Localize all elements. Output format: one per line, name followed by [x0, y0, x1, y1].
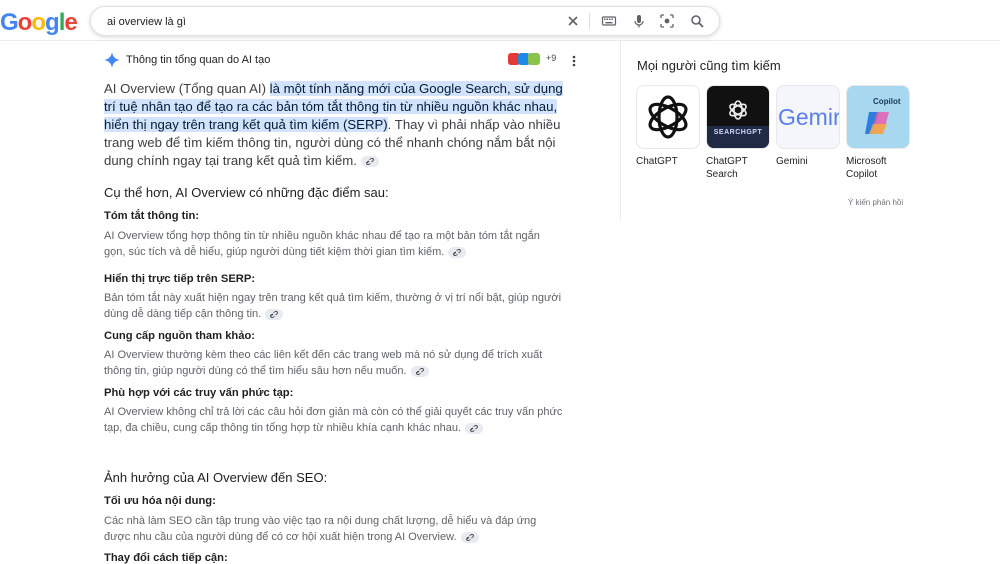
- card-label: Microsoft Copilot: [846, 156, 887, 180]
- section-heading: Cụ thể hơn, AI Overview có những đặc điể…: [104, 185, 389, 200]
- thumb-caption: Gemir: [778, 104, 840, 130]
- search-icon[interactable]: [689, 13, 705, 29]
- item-text: Các nhà làm SEO cần tập trung vào việc t…: [104, 513, 564, 545]
- related-card-gemini[interactable]: Gemir Gemini: [776, 85, 840, 168]
- link-icon: [270, 310, 279, 318]
- source-link-chip[interactable]: [460, 531, 479, 543]
- ai-overview-body: AI Overview (Tổng quan AI) là một tính n…: [104, 80, 564, 564]
- thumb-caption: SEARCHGPT: [713, 129, 763, 136]
- item-text-content: AI Overview không chỉ trả lời các câu hỏ…: [104, 406, 563, 434]
- microphone-icon[interactable]: [631, 13, 647, 29]
- keyboard-icon[interactable]: [601, 13, 617, 29]
- item-text: AI Overview tổng hợp thông tin từ nhiều …: [104, 228, 564, 260]
- item-text-content: AI Overview thường kèm theo các liên kết…: [104, 349, 543, 377]
- item-text-content: AI Overview tổng hợp thông tin từ nhiều …: [104, 230, 540, 258]
- section-heading: Ảnh hưởng của AI Overview đến SEO:: [104, 470, 328, 485]
- link-icon: [465, 533, 474, 541]
- card-label: ChatGPT: [636, 156, 678, 167]
- item-title: Cung cấp nguồn tham khảo:: [104, 330, 256, 342]
- openai-logo-icon: [707, 100, 769, 148]
- more-options-icon[interactable]: [568, 54, 580, 68]
- item-title: Phù hợp với các truy vấn phức tạp:: [104, 387, 294, 399]
- source-link-chip[interactable]: [465, 422, 484, 434]
- copilot-logo-icon: [865, 112, 889, 134]
- item-text: AI Overview thường kèm theo các liên kết…: [104, 347, 564, 379]
- item-title: Tóm tắt thông tin:: [104, 210, 200, 222]
- feedback-link[interactable]: Ý kiến phản hồi: [848, 198, 903, 207]
- top-bar: Google: [0, 0, 1000, 41]
- lens-icon[interactable]: [659, 13, 675, 29]
- search-input[interactable]: [105, 11, 549, 33]
- openai-logo-icon: [648, 95, 688, 139]
- ai-overview-lead: AI Overview (Tổng quan AI) là một tính n…: [104, 80, 564, 170]
- related-card-chatgpt-search[interactable]: SEARCHGPT ChatGPT Search: [706, 85, 770, 181]
- link-icon: [366, 158, 374, 166]
- copilot-thumb: Copilot: [846, 85, 910, 149]
- sidebar-divider: [620, 40, 621, 220]
- ai-sparkle-icon: [104, 52, 120, 68]
- item-text: AI Overview không chỉ trả lời các câu hỏ…: [104, 404, 564, 436]
- item-text-content: Bản tóm tắt này xuất hiện ngay trên tran…: [104, 292, 562, 320]
- source-link-chip[interactable]: [265, 308, 284, 320]
- card-label: ChatGPT Search: [706, 156, 748, 180]
- source-link-chip[interactable]: [448, 246, 467, 258]
- clear-icon[interactable]: [565, 13, 581, 29]
- item-title: Thay đổi cách tiếp cận:: [104, 552, 228, 564]
- item-text: Bản tóm tắt này xuất hiện ngay trên tran…: [104, 290, 564, 322]
- item-title: Hiển thị trực tiếp trên SERP:: [104, 273, 256, 285]
- source-favicon: [528, 53, 540, 65]
- link-icon: [470, 424, 478, 432]
- chatgpt-search-thumb: SEARCHGPT: [706, 85, 770, 149]
- related-card-chatgpt[interactable]: ChatGPT: [636, 85, 700, 168]
- gemini-thumb: Gemir: [776, 85, 840, 149]
- sources-more-count: +9: [546, 53, 557, 63]
- link-icon: [415, 367, 424, 375]
- google-logo[interactable]: Google: [0, 9, 78, 37]
- link-icon: [453, 248, 462, 256]
- related-card-copilot[interactable]: Copilot Microsoft Copilot: [846, 85, 910, 181]
- source-link-chip[interactable]: [410, 365, 429, 377]
- chatgpt-logo-thumb: [636, 85, 700, 149]
- search-box: [90, 6, 720, 36]
- lead-text: AI Overview (Tổng quan AI): [104, 81, 270, 96]
- source-link-chip[interactable]: [360, 156, 379, 168]
- related-searches-title: Mọi người cũng tìm kiếm: [637, 58, 781, 73]
- thumb-caption: Copilot: [873, 97, 901, 106]
- card-label: Gemini: [776, 156, 808, 167]
- search-divider: [589, 13, 590, 29]
- item-title: Tối ưu hóa nội dung:: [104, 495, 216, 507]
- ai-overview-title: Thông tin tổng quan do AI tạo: [126, 54, 271, 66]
